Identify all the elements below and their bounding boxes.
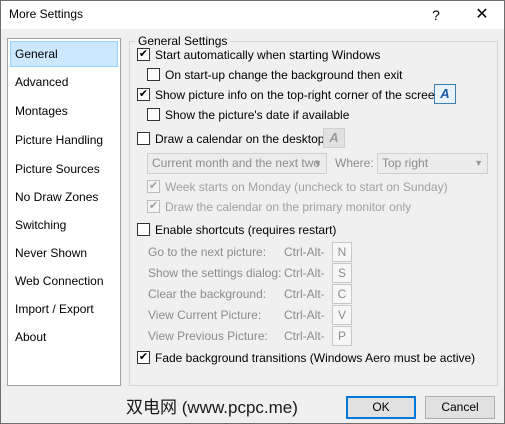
checkbox-box: ✔: [137, 351, 150, 365]
dropdown-value: Top right: [382, 156, 429, 170]
checkbox-box: [147, 68, 160, 82]
sidebar-item-no-draw-zones[interactable]: No Draw Zones: [10, 184, 118, 210]
checkbox-box: ✔: [137, 48, 150, 62]
shortcut-modifier: Ctrl-Alt-: [284, 266, 325, 280]
more-settings-dialog: More Settings ? ✕ General Advanced Monta…: [0, 0, 505, 424]
shortcut-modifier: Ctrl-Alt-: [284, 245, 325, 259]
shortcut-modifier: Ctrl-Alt-: [284, 308, 325, 322]
window-title: More Settings: [9, 7, 84, 21]
checkbox-label: Show the picture's date if available: [165, 108, 350, 122]
start-automatically-checkbox[interactable]: ✔ Start automatically when starting Windo…: [137, 47, 380, 65]
checkbox-label: Start automatically when starting Window…: [155, 48, 381, 62]
checkbox-label: Draw a calendar on the desktop: [155, 132, 325, 146]
shortcut-label: Clear the background:: [148, 287, 267, 301]
dropdown-value: Current month and the next two: [152, 156, 321, 170]
sidebar-item-montages[interactable]: Montages: [10, 98, 118, 124]
chevron-down-icon: ▼: [313, 158, 322, 168]
sidebar-item-switching[interactable]: Switching: [10, 212, 118, 238]
checkbox-label: On start-up change the background then e…: [165, 68, 403, 82]
checkbox-box: [147, 108, 160, 122]
group-title: General Settings: [135, 34, 231, 48]
enable-shortcuts-checkbox[interactable]: Enable shortcuts (requires restart): [137, 222, 336, 240]
checkbox-label: Week starts on Monday (uncheck to start …: [165, 180, 448, 194]
shortcut-label: View Previous Picture:: [148, 329, 268, 343]
show-picture-info-checkbox[interactable]: ✔ Show picture info on the top-right corn…: [137, 87, 441, 105]
shortcut-key-field[interactable]: S: [332, 263, 352, 283]
primary-monitor-only-checkbox[interactable]: ✔ Draw the calendar on the primary monito…: [147, 199, 411, 217]
week-starts-monday-checkbox[interactable]: ✔ Week starts on Monday (uncheck to start…: [147, 179, 448, 197]
shortcut-key-field[interactable]: N: [332, 242, 352, 262]
sidebar-item-never-shown[interactable]: Never Shown: [10, 240, 118, 266]
chevron-down-icon: ▼: [474, 158, 483, 168]
checkbox-box: [137, 132, 150, 146]
checkbox-label: Fade background transitions (Windows Aer…: [155, 351, 476, 365]
info-font-button[interactable]: A: [434, 84, 456, 104]
shortcut-modifier: Ctrl-Alt-: [284, 329, 325, 343]
settings-category-list: General Advanced Montages Picture Handli…: [7, 38, 121, 386]
calendar-font-button[interactable]: A: [323, 128, 345, 148]
startup-change-background-checkbox[interactable]: On start-up change the background then e…: [147, 67, 403, 85]
help-button[interactable]: ?: [421, 1, 451, 29]
cancel-button[interactable]: Cancel: [425, 396, 495, 419]
watermark-text: 双电网 (www.pcpc.me): [126, 398, 298, 417]
shortcut-label: Go to the next picture:: [148, 245, 267, 259]
shortcut-key-field[interactable]: C: [332, 284, 352, 304]
checkbox-label: Enable shortcuts (requires restart): [155, 223, 337, 237]
show-picture-date-checkbox[interactable]: Show the picture's date if available: [147, 107, 349, 125]
close-button[interactable]: ✕: [459, 1, 505, 29]
checkbox-box: ✔: [147, 200, 160, 214]
calendar-range-dropdown[interactable]: Current month and the next two ▼: [147, 153, 327, 174]
shortcut-key-field[interactable]: V: [332, 305, 352, 325]
shortcut-modifier: Ctrl-Alt-: [284, 287, 325, 301]
where-label: Where:: [335, 156, 374, 170]
calendar-position-dropdown[interactable]: Top right ▼: [377, 153, 488, 174]
ok-button[interactable]: OK: [346, 396, 416, 419]
sidebar-item-picture-sources[interactable]: Picture Sources: [10, 156, 118, 182]
sidebar-item-advanced[interactable]: Advanced: [10, 69, 118, 95]
sidebar-item-general[interactable]: General: [10, 41, 118, 67]
checkbox-label: Show picture info on the top-right corne…: [155, 88, 442, 102]
checkbox-box: [137, 223, 150, 237]
sidebar-item-web-connection[interactable]: Web Connection: [10, 268, 118, 294]
shortcut-key-field[interactable]: P: [332, 326, 352, 346]
checkbox-box: ✔: [137, 88, 150, 102]
sidebar-item-about[interactable]: About: [10, 324, 118, 350]
draw-calendar-checkbox[interactable]: Draw a calendar on the desktop: [137, 131, 324, 149]
shortcut-label: Show the settings dialog:: [148, 266, 282, 280]
checkbox-box: ✔: [147, 180, 160, 194]
title-bar: More Settings ? ✕: [1, 1, 504, 29]
fade-transitions-checkbox[interactable]: ✔ Fade background transitions (Windows Ae…: [137, 350, 475, 368]
sidebar-item-import-export[interactable]: Import / Export: [10, 296, 118, 322]
shortcut-label: View Current Picture:: [148, 308, 262, 322]
sidebar-item-picture-handling[interactable]: Picture Handling: [10, 127, 118, 153]
checkbox-label: Draw the calendar on the primary monitor…: [165, 200, 412, 214]
